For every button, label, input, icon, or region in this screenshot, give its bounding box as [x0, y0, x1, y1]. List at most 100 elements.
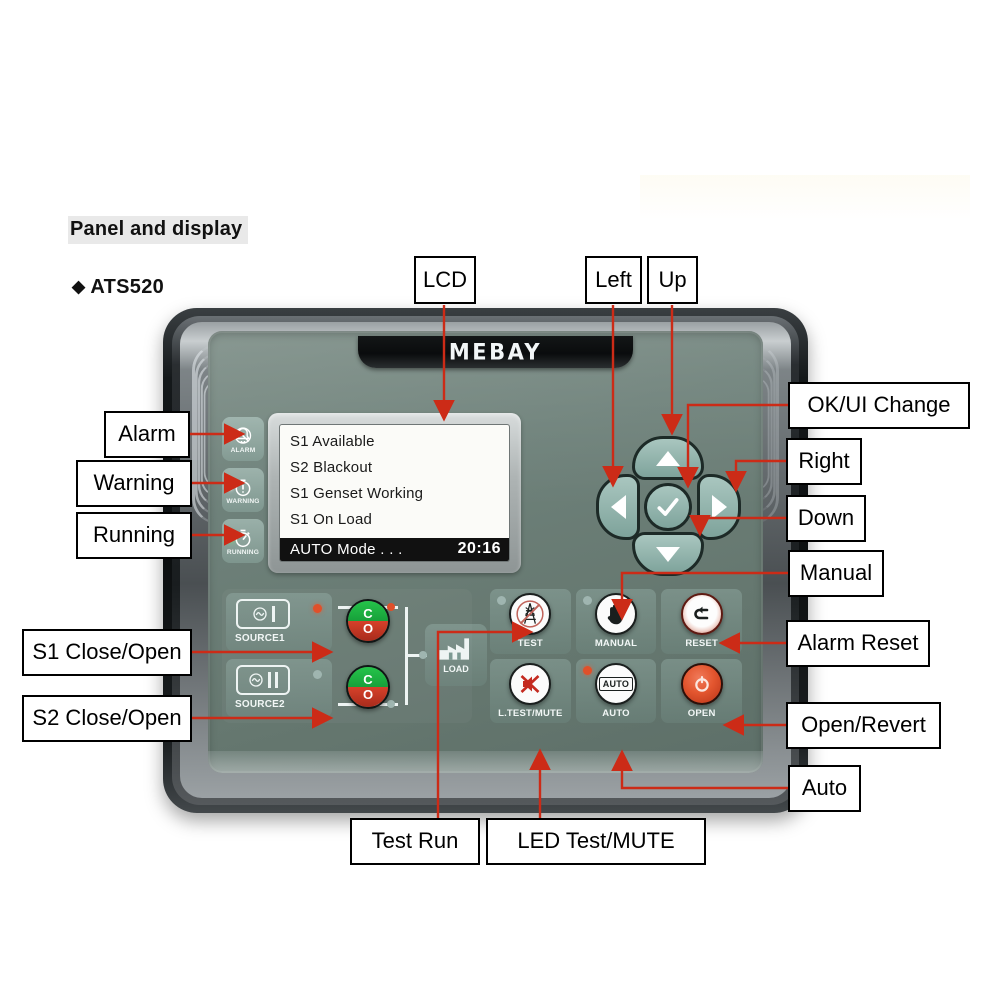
- arrow-down-icon: [656, 546, 680, 562]
- lcd-line-3: S1 Genset Working: [290, 485, 424, 502]
- auto-button[interactable]: AUTO AUTO: [575, 658, 657, 723]
- callout-s1-close-open: S1 Close/Open: [22, 629, 192, 676]
- device-front-face: MEBAY ALARM WARNING RUNNING S1 Available…: [208, 331, 763, 773]
- callout-auto: Auto: [788, 765, 861, 812]
- source2-tile: SOURCE2: [226, 659, 332, 717]
- nav-ok-button[interactable]: [644, 483, 692, 531]
- callout-alarm-reset: Alarm Reset: [786, 620, 930, 667]
- node-bus-bottom: [387, 700, 395, 708]
- callout-running: Running: [76, 512, 192, 559]
- callout-up: Up: [647, 256, 698, 304]
- check-icon: [657, 498, 679, 516]
- callout-left: Left: [585, 256, 642, 304]
- s1-close-open-button[interactable]: C O: [346, 599, 390, 643]
- nav-up-button[interactable]: [632, 436, 704, 480]
- lcd-line-4: S1 On Load: [290, 511, 373, 528]
- alarm-bell-slash-icon: [233, 426, 253, 446]
- open-button-face[interactable]: [680, 662, 723, 705]
- callout-s2-close-open: S2 Close/Open: [22, 695, 192, 742]
- lcd-line-1: S1 Available: [290, 433, 375, 450]
- source2-led: [313, 670, 322, 679]
- manual-indicator-led: [582, 596, 592, 605]
- indicator-alarm: ALARM: [222, 417, 264, 461]
- callout-open-revert: Open/Revert: [786, 702, 941, 749]
- power-tower-slash-icon: [516, 600, 544, 628]
- indicator-warning-label: WARNING: [226, 497, 260, 505]
- hand-icon: [607, 605, 623, 625]
- load-tile: LOAD: [425, 624, 487, 686]
- lcd-screen[interactable]: S1 Available S2 Blackout S1 Genset Worki…: [279, 424, 510, 562]
- test-indicator-led: [497, 596, 506, 605]
- indicator-running: RUNNING: [222, 519, 264, 563]
- face-bottom-strip: [208, 751, 763, 773]
- alarm-led: [226, 432, 234, 440]
- callout-led-test-mute: LED Test/MUTE: [486, 818, 706, 865]
- diamond-bullet-icon: ◆: [72, 277, 86, 296]
- warning-led: [226, 483, 234, 491]
- running-led: [226, 534, 234, 542]
- test-button[interactable]: TEST: [490, 589, 571, 654]
- manual-button-label: MANUAL: [594, 638, 638, 650]
- return-arrow-icon: [693, 606, 708, 620]
- nav-right-button[interactable]: [697, 474, 741, 540]
- arrow-left-icon: [610, 495, 626, 519]
- factory-load-icon: [439, 638, 469, 660]
- source1-label: SOURCE1: [235, 633, 285, 644]
- indicator-alarm-label: ALARM: [230, 446, 256, 454]
- page-title: Panel and display: [68, 216, 249, 244]
- auto-button-label: AUTO: [602, 707, 630, 719]
- model-heading: ◆ ATS520: [72, 276, 164, 299]
- callout-down: Down: [786, 495, 866, 542]
- ats-controller-device: MEBAY ALARM WARNING RUNNING S1 Available…: [163, 308, 808, 813]
- indicator-warning: WARNING: [222, 468, 264, 512]
- led-test-mute-button[interactable]: L.TEST/MUTE: [490, 658, 571, 723]
- s1-close-half[interactable]: C: [348, 601, 388, 621]
- indicator-running-label: RUNNING: [226, 548, 260, 556]
- led-test-mute-button-label: L.TEST/MUTE: [498, 707, 563, 719]
- nav-down-button[interactable]: [632, 532, 704, 576]
- callout-lcd: LCD: [414, 256, 476, 304]
- led-test-mute-button-face[interactable]: [509, 662, 552, 705]
- status-indicator-column: ALARM WARNING RUNNING: [222, 417, 264, 570]
- open-button[interactable]: OPEN: [661, 658, 742, 723]
- source2-bar-b: [275, 672, 278, 688]
- test-button-label: TEST: [517, 638, 543, 650]
- callout-test-run: Test Run: [350, 818, 480, 865]
- manual-button-face[interactable]: [594, 593, 637, 636]
- source1-bar: [271, 606, 275, 622]
- background-smudge: [640, 175, 970, 220]
- manual-button[interactable]: MANUAL: [575, 589, 657, 654]
- model-name: ATS520: [90, 276, 165, 298]
- arrow-right-icon: [711, 495, 727, 519]
- open-power-icon: [694, 675, 709, 692]
- reset-button-label: RESET: [685, 638, 718, 650]
- s2-close-half[interactable]: C: [348, 667, 388, 687]
- reset-button-face[interactable]: [680, 593, 723, 636]
- auto-indicator-led: [582, 665, 592, 675]
- lcd-bezel: S1 Available S2 Blackout S1 Genset Worki…: [268, 413, 521, 573]
- source1-led: [313, 604, 322, 613]
- lcd-status-bar: AUTO Mode . . . 20:16: [280, 538, 509, 561]
- node-bus-top: [387, 603, 395, 611]
- s1-open-half[interactable]: O: [348, 621, 388, 641]
- navigation-pad: [596, 436, 741, 576]
- brand-name: MEBAY: [448, 339, 543, 365]
- callout-alarm: Alarm: [104, 411, 190, 458]
- speaker-mute-icon: [520, 674, 540, 693]
- test-button-face[interactable]: [509, 593, 552, 636]
- callout-warning: Warning: [76, 460, 192, 507]
- running-timer-icon: [233, 528, 253, 548]
- nav-left-button[interactable]: [596, 474, 640, 540]
- load-label: LOAD: [443, 664, 469, 674]
- auto-button-face[interactable]: AUTO: [594, 662, 637, 705]
- auto-box-icon: AUTO: [598, 676, 634, 691]
- lcd-mode-text: AUTO Mode . . .: [290, 540, 403, 558]
- lcd-clock: 20:16: [457, 540, 501, 557]
- lcd-line-2: S2 Blackout: [290, 459, 373, 476]
- reset-button[interactable]: RESET: [661, 589, 742, 654]
- s2-close-open-button[interactable]: C O: [346, 665, 390, 709]
- callout-ok-ui-change: OK/UI Change: [788, 382, 970, 429]
- source-load-diagram: SOURCE1 SOURCE2 C O C O LOAD: [222, 589, 487, 723]
- source1-tile: SOURCE1: [226, 593, 332, 651]
- control-button-grid: TEST MANUAL RESET L.TEST/MUTE AUTO AUTO …: [490, 589, 742, 723]
